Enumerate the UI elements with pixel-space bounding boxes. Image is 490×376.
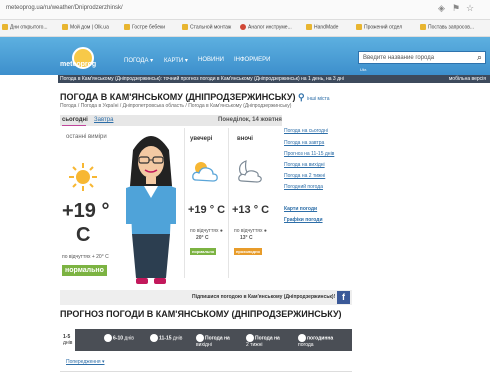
evening-label: увечері xyxy=(190,136,213,142)
divider xyxy=(60,371,352,372)
weather-girl-illustration xyxy=(120,128,182,286)
tab-today[interactable]: сьогодні xyxy=(62,117,88,123)
link-2-weeks[interactable]: Погода на 2 тижні xyxy=(284,173,325,179)
link-tomorrow[interactable]: Погода на завтра xyxy=(284,140,324,146)
forecast-tab-2-weeks[interactable]: Погода на 2 тижні xyxy=(246,334,280,348)
folder-icon xyxy=(306,24,312,30)
breadcrumb[interactable]: Погода / Погода в Україні / Дніпропетров… xyxy=(60,103,291,109)
current-status-badge: нормально xyxy=(62,265,107,276)
night-temp: +13 ° C xyxy=(232,204,270,216)
forecast-tab-weekend[interactable]: Погода на вихідні xyxy=(196,334,230,348)
nav-weather[interactable]: ПОГОДА ▾ xyxy=(124,57,153,64)
current-date: Понеділок, 14 жовтня xyxy=(218,117,282,123)
folder-icon xyxy=(62,24,68,30)
subscribe-bar: Підпишися погодою в Кам'янському (Дніпро… xyxy=(60,290,352,305)
current-label: останні виміри xyxy=(66,134,107,140)
bookmark-star-icon[interactable]: ☆ xyxy=(466,3,474,14)
mobile-version-link[interactable]: мобільна версія xyxy=(449,76,486,82)
bookmark-item[interactable]: Гостре бебеки xyxy=(124,24,165,30)
pin-icon: ⚲ xyxy=(298,92,305,102)
night-feels-value: 13° C xyxy=(240,235,253,241)
link-11-15[interactable]: Прогноз на 11-15 днів xyxy=(284,151,334,157)
folder-icon xyxy=(420,24,426,30)
forecast-tab-1-5[interactable]: 1-5 днів xyxy=(60,329,76,351)
link-weekend[interactable]: Погода на вихідні xyxy=(284,162,325,168)
day-tabs: сьогодні Завтра Понеділок, 14 жовтня xyxy=(60,115,282,126)
moon-cloud-icon xyxy=(234,158,264,184)
bars-icon xyxy=(150,334,158,342)
info-strip: Погода в Кам'янському (Дніпродзержинськ)… xyxy=(58,75,490,83)
warnings-link[interactable]: Попередження ▾ xyxy=(66,359,105,365)
night-label: вночі xyxy=(237,136,253,142)
calendar-icon xyxy=(246,334,254,342)
facebook-icon[interactable]: f xyxy=(337,291,350,304)
active-tab-underline xyxy=(62,125,86,126)
night-status-badge: прохолодно xyxy=(234,248,262,255)
forecast-tab-6-10[interactable]: 6-10 днів xyxy=(104,334,134,342)
bookmark-item[interactable]: HandMade xyxy=(306,24,338,30)
evening-feels-value: 20° C xyxy=(196,235,209,241)
column-divider xyxy=(184,128,185,278)
folder-icon xyxy=(124,24,130,30)
link-maps[interactable]: Карти погоди xyxy=(284,206,317,212)
folder-icon xyxy=(356,24,362,30)
link-charts[interactable]: Графіки погоди xyxy=(284,217,323,223)
search-icon[interactable]: ⌕ xyxy=(477,52,482,63)
weekend-icon xyxy=(196,334,204,342)
current-unit: C xyxy=(76,224,91,246)
search-lang[interactable]: Ukr. xyxy=(360,67,367,72)
subscribe-text: Підпишися погодою в Кам'янському (Дніпро… xyxy=(192,294,336,300)
address-bar[interactable]: meteoprog.ua/ru/weather/Dniprodzerzhinsk… xyxy=(0,0,490,20)
current-feels: по відчуттях + 20° С xyxy=(62,254,109,260)
clock-icon xyxy=(298,334,306,342)
link-hourly[interactable]: Погодний погода xyxy=(284,184,323,190)
sun-cloud-icon xyxy=(190,158,220,184)
sun-icon xyxy=(68,162,98,192)
forecast-tab-hourly[interactable]: погодинна погода xyxy=(298,334,333,348)
bookmark-item[interactable]: Поставь запросов... xyxy=(420,24,474,30)
night-feels-label: по відчуттях ● xyxy=(234,228,267,234)
page-title: ПОГОДА В КАМ'ЯНСЬКОМУ (ДНІПРОДЗЕРЖИНСЬКУ… xyxy=(60,92,330,102)
nav-maps[interactable]: КАРТИ ▾ xyxy=(164,57,188,64)
tab-tomorrow[interactable]: Завтра xyxy=(94,117,113,123)
other-cities-link[interactable]: інші міста xyxy=(307,96,329,102)
nav-informers[interactable]: ІНФОРМЕРИ xyxy=(234,57,270,63)
folder-icon xyxy=(2,24,8,30)
url-text[interactable]: meteoprog.ua/ru/weather/Dniprodzerzhinsk… xyxy=(6,5,123,11)
evening-feels-label: по відчуттях ● xyxy=(190,228,223,234)
current-temp: +19 ° xyxy=(62,200,110,222)
bars-icon xyxy=(104,334,112,342)
link-today[interactable]: Погода на сьогодні xyxy=(284,128,328,134)
forecast-tabs: 1-5 днів 6-10 днів 11-15 днів Погода на ви… xyxy=(60,329,352,351)
extension-icon[interactable]: ⚑ xyxy=(452,3,460,14)
site-logo[interactable]: meteoprog xyxy=(60,47,106,73)
bookmark-item[interactable]: Стальной монтаж xyxy=(182,24,231,30)
nav-news[interactable]: НОВИНИ xyxy=(198,57,224,63)
forecast-title: ПРОГНОЗ ПОГОДИ В КАМ'ЯНСЬКОМУ (ДНІПРОДЗЕ… xyxy=(60,309,342,319)
bookmark-item[interactable]: Мой дом | Olk.ua xyxy=(62,24,109,30)
bookmark-item[interactable]: Прожений отдел xyxy=(356,24,402,30)
evening-temp: +19 ° C xyxy=(188,204,226,216)
evening-status-badge: нормально xyxy=(190,248,217,255)
bookmark-item[interactable]: Аналог инструме... xyxy=(240,24,292,30)
shield-icon[interactable]: ◈ xyxy=(438,3,445,14)
search-input[interactable]: Введите название города ⌕ xyxy=(358,51,486,64)
bookmark-item[interactable]: Дни открытого... xyxy=(2,24,48,30)
bookmarks-bar: Дни открытого... Мой дом | Olk.ua Гостре… xyxy=(0,20,490,37)
site-icon xyxy=(240,24,246,30)
forecast-tab-11-15[interactable]: 11-15 днів xyxy=(150,334,182,342)
column-divider xyxy=(228,128,229,278)
folder-icon xyxy=(182,24,188,30)
